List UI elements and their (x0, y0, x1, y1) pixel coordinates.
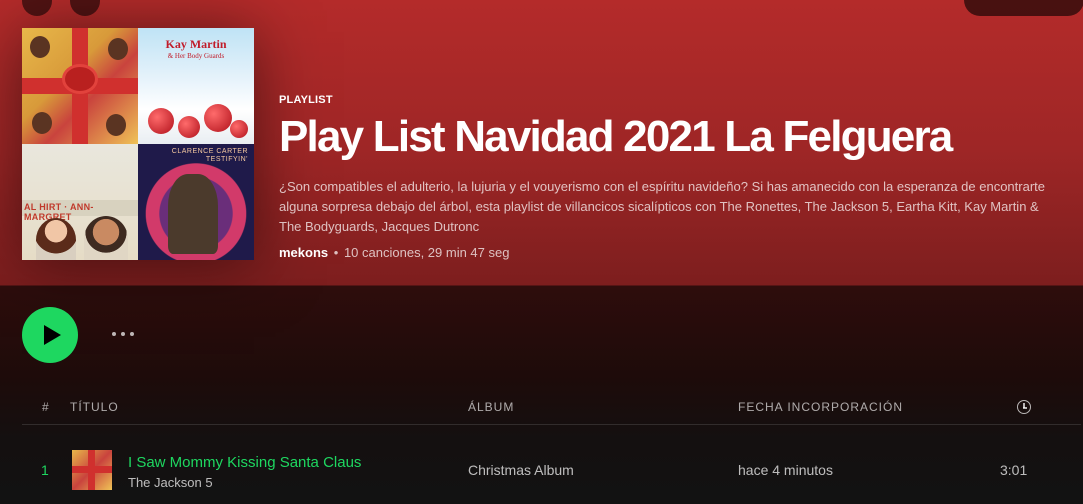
cover-tile-title: Kay Martin (165, 37, 227, 51)
more-options-icon (112, 332, 116, 336)
table-row[interactable]: 1 I Saw Mommy Kissing Santa Claus The Ja… (22, 446, 1081, 494)
header-title[interactable]: TÍTULO (70, 400, 119, 414)
track-album[interactable]: Christmas Album (468, 462, 574, 478)
playlist-stats: 10 canciones, 29 min 47 seg (343, 245, 510, 260)
cover-tile-title: CLARENCE CARTER TESTIFYIN' (171, 148, 248, 163)
header-album[interactable]: ÁLBUM (468, 400, 514, 414)
track-album-art (72, 450, 112, 490)
user-menu-button[interactable] (964, 0, 1083, 16)
track-date-added: hace 4 minutos (738, 462, 833, 478)
header-num: # (42, 400, 50, 414)
playlist-owner-link[interactable]: mekons (279, 245, 328, 260)
gift-bow-icon (62, 64, 98, 94)
track-artist[interactable]: The Jackson 5 (128, 475, 213, 490)
playlist-kind-label: PLAYLIST (279, 94, 333, 106)
cover-tile-al-hirt: AL HIRT · ANN-MARGRET (22, 144, 138, 260)
playlist-title: Play List Navidad 2021 La Felguera (279, 112, 953, 161)
more-options-button[interactable] (112, 332, 134, 336)
cover-tile-title: AL HIRT · ANN-MARGRET (24, 202, 94, 222)
track-number: 1 (41, 462, 49, 478)
track-title[interactable]: I Saw Mommy Kissing Santa Claus (128, 454, 361, 471)
cover-tile-jackson5 (22, 28, 138, 144)
meta-separator: • (333, 245, 339, 260)
header-date-added[interactable]: FECHA INCORPORACIÓN (738, 400, 903, 414)
playlist-meta: mekons • 10 canciones, 29 min 47 seg (279, 245, 509, 260)
tracklist-header: # TÍTULO ÁLBUM FECHA INCORPORACIÓN (22, 395, 1081, 425)
playlist-description: ¿Son compatibles el adulterio, la lujuri… (279, 179, 1045, 234)
cover-tile-subtitle: & Her Body Guards (167, 52, 225, 60)
playlist-cover: Kay Martin & Her Body Guards AL HIRT · A… (22, 28, 254, 260)
track-duration: 3:01 (1000, 462, 1028, 478)
clock-icon[interactable] (1017, 400, 1031, 414)
cover-tile-kay-martin: Kay Martin & Her Body Guards (138, 28, 254, 144)
play-icon (43, 325, 61, 345)
play-button[interactable] (22, 307, 78, 363)
cover-tile-clarence-carter: CLARENCE CARTER TESTIFYIN' (138, 144, 254, 260)
